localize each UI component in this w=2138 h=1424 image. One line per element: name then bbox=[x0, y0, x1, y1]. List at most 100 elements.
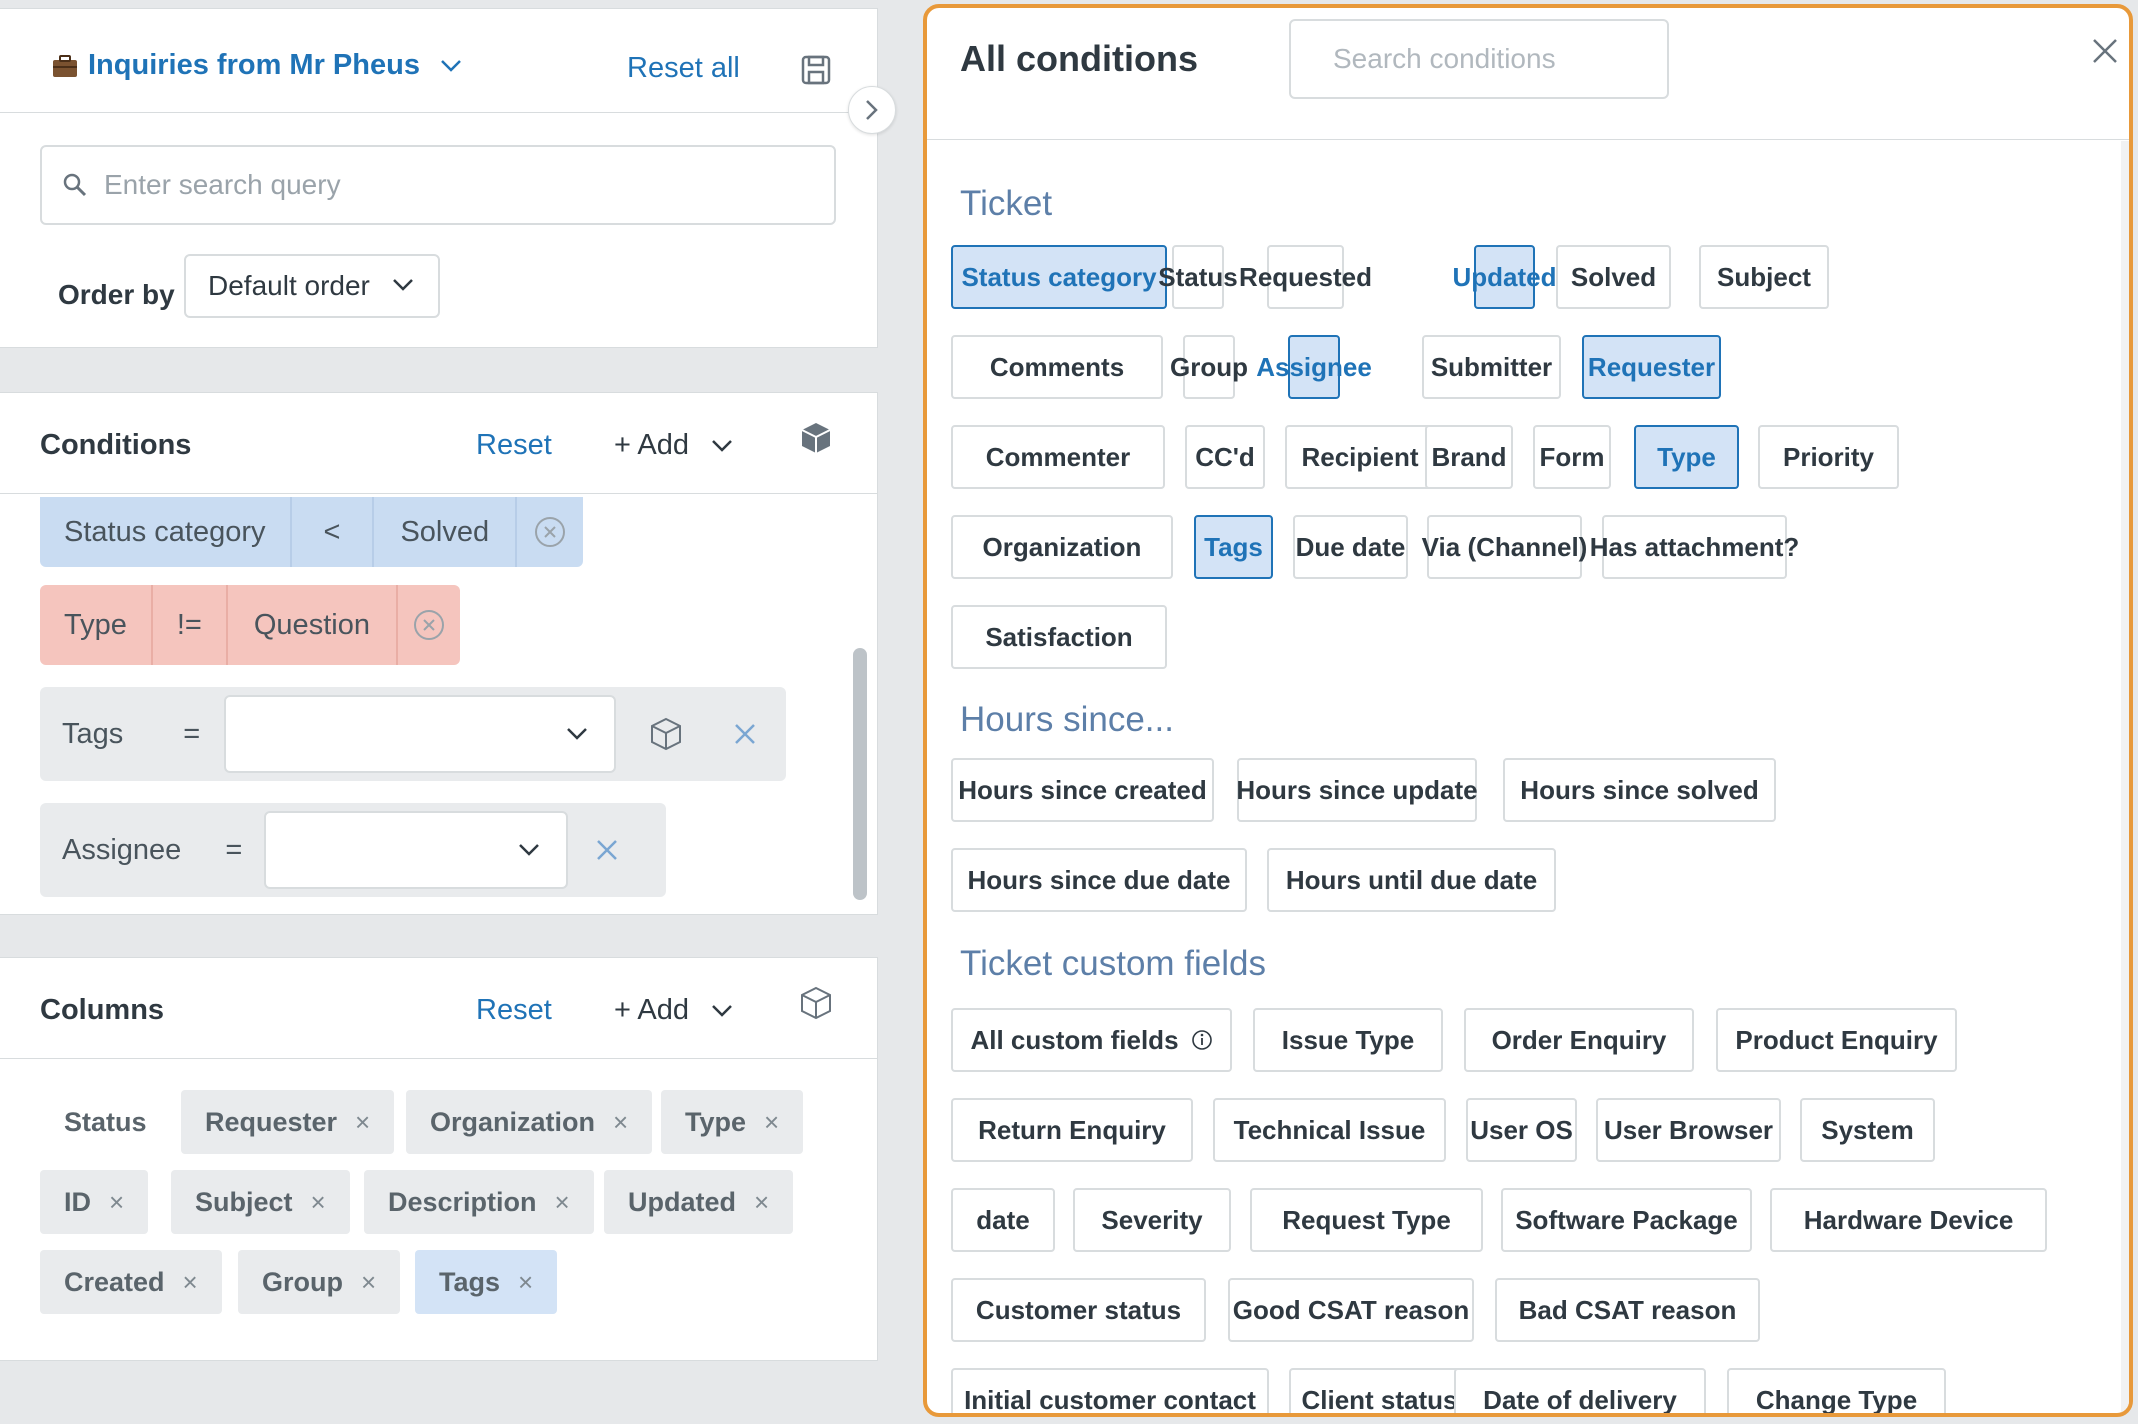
condition-chip-submitter[interactable]: Submitter bbox=[1422, 335, 1561, 399]
panel-scrollbar[interactable] bbox=[2121, 141, 2129, 1413]
condition-chip-change-type[interactable]: Change Type bbox=[1727, 1368, 1946, 1413]
column-tag-group[interactable]: Group × bbox=[238, 1250, 401, 1314]
view-title-dropdown[interactable]: Inquiries from Mr Pheus bbox=[52, 49, 462, 82]
condition-chip-product-enquiry[interactable]: Product Enquiry bbox=[1716, 1008, 1957, 1072]
conditions-scrollbar[interactable] bbox=[853, 648, 867, 900]
column-tag-organization[interactable]: Organization × bbox=[406, 1090, 653, 1154]
condition-chip-requested[interactable]: Requested bbox=[1239, 245, 1372, 309]
condition-chip-hours-since-created[interactable]: Hours since created bbox=[951, 758, 1214, 822]
remove-condition-button[interactable] bbox=[395, 585, 460, 665]
column-tag-type[interactable]: Type × bbox=[661, 1090, 804, 1154]
condition-chip-organization[interactable]: Organization bbox=[951, 515, 1173, 579]
tags-value-select[interactable] bbox=[224, 695, 617, 773]
condition-chip-hours-since-due-date[interactable]: Hours since due date bbox=[951, 848, 1247, 912]
condition-chip-has-attachment[interactable]: Has attachment? bbox=[1590, 515, 1799, 579]
condition-operator[interactable]: < bbox=[289, 497, 373, 567]
condition-chip-user-browser[interactable]: User Browser bbox=[1596, 1098, 1781, 1162]
condition-chip-customer-status[interactable]: Customer status bbox=[951, 1278, 1206, 1342]
condition-chip-technical-issue[interactable]: Technical Issue bbox=[1213, 1098, 1446, 1162]
condition-chip-tags[interactable]: Tags bbox=[1194, 515, 1273, 579]
column-tag-subject[interactable]: Subject × bbox=[171, 1170, 350, 1234]
condition-chip-satisfaction[interactable]: Satisfaction bbox=[951, 605, 1167, 669]
condition-chip-date[interactable]: date bbox=[951, 1188, 1055, 1252]
condition-field[interactable]: Status category bbox=[40, 497, 290, 567]
conditions-search-input[interactable] bbox=[1331, 21, 1651, 97]
condition-chip-status-category[interactable]: Status category bbox=[951, 245, 1167, 309]
column-tag-requester[interactable]: Requester × bbox=[181, 1090, 395, 1154]
condition-chip-good-csat-reason[interactable]: Good CSAT reason bbox=[1228, 1278, 1474, 1342]
condition-row[interactable]: Assignee = bbox=[40, 803, 666, 897]
condition-chip-hours-since-solved[interactable]: Hours since solved bbox=[1503, 758, 1776, 822]
condition-chip-user-os[interactable]: User OS bbox=[1466, 1098, 1577, 1162]
remove-column-icon[interactable]: × bbox=[764, 1107, 779, 1138]
condition-row[interactable]: Tags = bbox=[40, 687, 786, 781]
cube-icon[interactable] bbox=[800, 986, 832, 1020]
conditions-search-field[interactable] bbox=[1289, 19, 1669, 99]
column-tag-tags[interactable]: Tags × bbox=[415, 1250, 558, 1314]
info-icon[interactable] bbox=[1191, 1029, 1213, 1051]
close-icon[interactable] bbox=[2092, 38, 2118, 64]
column-tag-updated[interactable]: Updated × bbox=[604, 1170, 794, 1234]
condition-chip-updated[interactable]: Updated bbox=[1453, 245, 1557, 309]
conditions-reset-link[interactable]: Reset bbox=[476, 429, 552, 462]
condition-value[interactable]: Question bbox=[225, 585, 396, 665]
condition-chip-recipient[interactable]: Recipient bbox=[1285, 425, 1435, 489]
cube-icon[interactable] bbox=[800, 421, 832, 455]
condition-chip-system[interactable]: System bbox=[1800, 1098, 1935, 1162]
condition-chip-return-enquiry[interactable]: Return Enquiry bbox=[951, 1098, 1193, 1162]
condition-chip-solved[interactable]: Solved bbox=[1556, 245, 1671, 309]
remove-column-icon[interactable]: × bbox=[311, 1187, 326, 1218]
remove-column-icon[interactable]: × bbox=[518, 1267, 533, 1298]
condition-chip-type[interactable]: Type bbox=[1634, 425, 1739, 489]
save-icon[interactable] bbox=[800, 54, 832, 86]
condition-chip-order-enquiry[interactable]: Order Enquiry bbox=[1464, 1008, 1694, 1072]
remove-condition-button[interactable] bbox=[682, 687, 756, 781]
condition-chip-hardware-device[interactable]: Hardware Device bbox=[1770, 1188, 2047, 1252]
condition-chip-hours-since-update[interactable]: Hours since update bbox=[1236, 758, 1478, 822]
remove-column-icon[interactable]: × bbox=[183, 1267, 198, 1298]
condition-chip-request-type[interactable]: Request Type bbox=[1250, 1188, 1483, 1252]
assignee-value-select[interactable] bbox=[264, 811, 569, 889]
condition-chip-hours-until-due-date[interactable]: Hours until due date bbox=[1267, 848, 1556, 912]
condition-chip-status[interactable]: Status bbox=[1158, 245, 1238, 309]
condition-chip-group[interactable]: Group bbox=[1170, 335, 1248, 399]
condition-chip-bad-csat-reason[interactable]: Bad CSAT reason bbox=[1495, 1278, 1760, 1342]
column-tag-created[interactable]: Created × bbox=[40, 1250, 222, 1314]
reset-all-link[interactable]: Reset all bbox=[627, 52, 740, 85]
remove-column-icon[interactable]: × bbox=[355, 1107, 370, 1138]
columns-reset-link[interactable]: Reset bbox=[476, 994, 552, 1027]
condition-chip-all-custom-fields[interactable]: All custom fields bbox=[951, 1008, 1232, 1072]
condition-chip-via-channel[interactable]: Via (Channel) bbox=[1422, 515, 1587, 579]
remove-column-icon[interactable]: × bbox=[754, 1187, 769, 1218]
column-tag-description[interactable]: Description × bbox=[364, 1170, 594, 1234]
remove-condition-button[interactable] bbox=[568, 803, 618, 897]
remove-condition-button[interactable] bbox=[515, 497, 583, 567]
condition-chip-due-date[interactable]: Due date bbox=[1293, 515, 1408, 579]
condition-chip-assignee[interactable]: Assignee bbox=[1256, 335, 1372, 399]
remove-column-icon[interactable]: × bbox=[613, 1107, 628, 1138]
search-field[interactable] bbox=[40, 145, 836, 225]
condition-chip-client-status[interactable]: Client status bbox=[1289, 1368, 1470, 1413]
condition-chip-software-package[interactable]: Software Package bbox=[1501, 1188, 1752, 1252]
condition-chip-initial-customer-contact[interactable]: Initial customer contact bbox=[951, 1368, 1269, 1413]
condition-chip-priority[interactable]: Priority bbox=[1758, 425, 1899, 489]
order-by-select[interactable]: Default order bbox=[184, 254, 440, 318]
columns-add-button[interactable]: + Add bbox=[614, 994, 733, 1027]
collapse-panel-button[interactable] bbox=[848, 86, 896, 134]
condition-chip-brand[interactable]: Brand bbox=[1425, 425, 1513, 489]
remove-column-icon[interactable]: × bbox=[555, 1187, 570, 1218]
conditions-add-button[interactable]: + Add bbox=[614, 429, 733, 462]
cube-icon[interactable] bbox=[616, 687, 682, 781]
condition-row[interactable]: Type != Question bbox=[40, 585, 460, 665]
condition-chip-subject[interactable]: Subject bbox=[1699, 245, 1829, 309]
condition-chip-cc-d[interactable]: CC'd bbox=[1185, 425, 1265, 489]
condition-row[interactable]: Status category < Solved bbox=[40, 497, 584, 567]
remove-column-icon[interactable]: × bbox=[361, 1267, 376, 1298]
condition-chip-commenter[interactable]: Commenter bbox=[951, 425, 1165, 489]
condition-chip-form[interactable]: Form bbox=[1533, 425, 1611, 489]
condition-chip-requester[interactable]: Requester bbox=[1582, 335, 1721, 399]
condition-value[interactable]: Solved bbox=[372, 497, 515, 567]
condition-chip-severity[interactable]: Severity bbox=[1073, 1188, 1231, 1252]
condition-chip-date-of-delivery[interactable]: Date of delivery bbox=[1454, 1368, 1706, 1413]
column-tag-id[interactable]: ID × bbox=[40, 1170, 149, 1234]
